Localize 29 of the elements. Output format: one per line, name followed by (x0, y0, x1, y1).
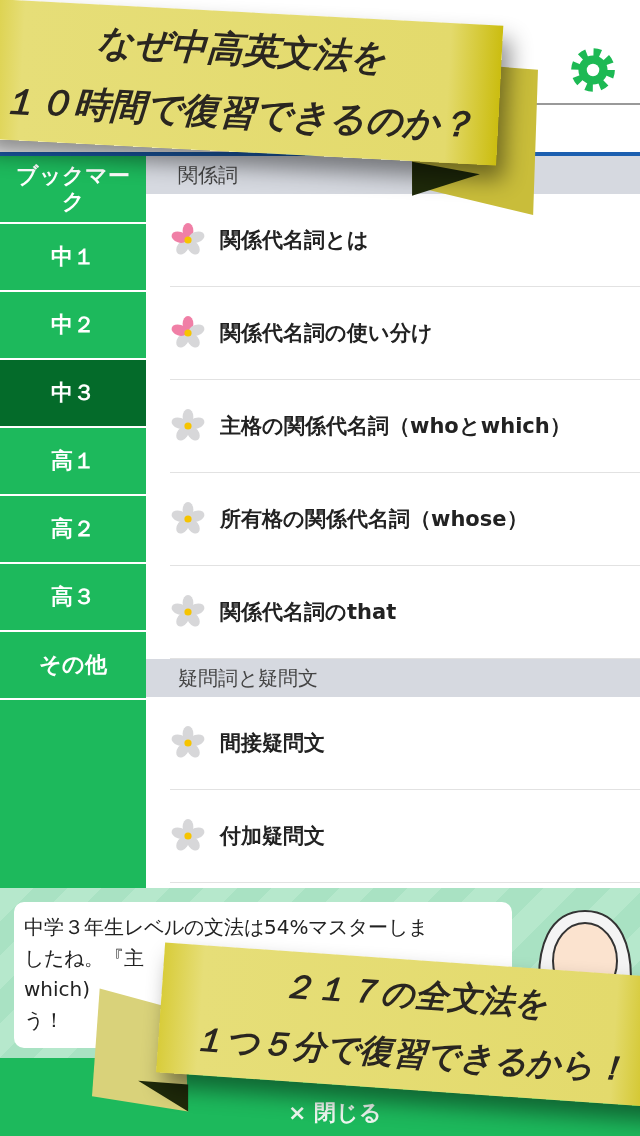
lesson-row[interactable]: 間接疑問文 (170, 697, 640, 790)
blossom-icon (170, 408, 206, 444)
lesson-title: 主格の関係代名詞（whoとwhich） (220, 413, 571, 440)
banner-headline: １０時間で復習できるのか？ (0, 77, 477, 148)
blossom-icon (170, 725, 206, 761)
lesson-title: 関係代名詞の使い分け (220, 320, 433, 347)
settings-icon[interactable] (568, 45, 618, 95)
message-text: which) (24, 976, 91, 1003)
message-text: 中学３年生レベルの文法は54%マスターしま (24, 914, 429, 941)
message-text: う！ (24, 1007, 64, 1034)
sidebar-tab[interactable]: 中３ (0, 360, 146, 428)
lesson-title: 関係代名詞のthat (220, 599, 397, 626)
blossom-icon (170, 315, 206, 351)
blossom-icon (170, 222, 206, 258)
banner-headline: ２１７の全文法を (280, 964, 549, 1026)
lesson-row[interactable]: 所有格の関係代名詞（whose） (170, 473, 640, 566)
lesson-title: 関係代名詞とは (220, 227, 369, 254)
message-text: したね。『主 (24, 945, 144, 972)
lesson-row[interactable]: 主格の関係代名詞（whoとwhich） (170, 380, 640, 473)
lesson-row[interactable]: 付加疑問文 (170, 790, 640, 883)
lesson-title: 所有格の関係代名詞（whose） (220, 506, 528, 533)
blossom-icon (170, 501, 206, 537)
section-header: 疑問詞と疑問文 (146, 659, 640, 697)
lesson-title: 間接疑問文 (220, 730, 325, 757)
blossom-icon (170, 594, 206, 630)
banner-headline: なぜ中高英文法を (95, 19, 389, 80)
blossom-icon (170, 818, 206, 854)
lesson-title: 付加疑問文 (220, 823, 325, 850)
lesson-row[interactable]: 関係代名詞の使い分け (170, 287, 640, 380)
